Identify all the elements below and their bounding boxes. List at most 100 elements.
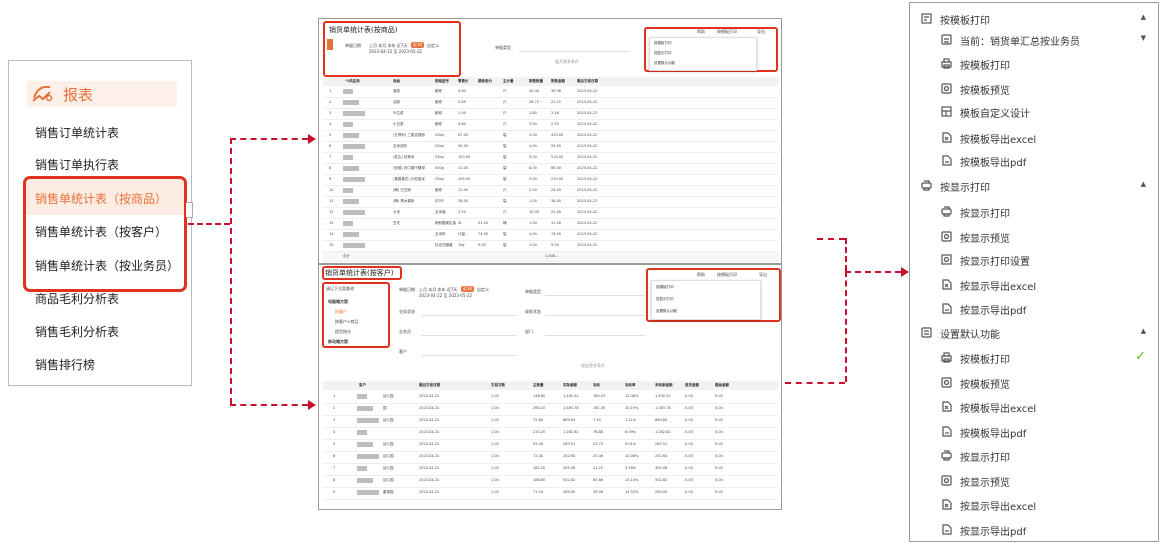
dropdown-item[interactable]: 按模板打印: [656, 285, 674, 290]
template-print-button[interactable]: 按模板打印: [717, 29, 737, 35]
menu-option[interactable]: 按显示导出pdf: [910, 520, 1158, 540]
table-row[interactable]: 7 幼儿园 2023-04-22 1.00 182.50 305.58 11.22 3.16%…: [323, 464, 779, 476]
menu-option[interactable]: 按模板导出pdf: [910, 422, 1158, 442]
table-row[interactable]: 2 油菜 散称 0.85 斤 26.72 22.72 2023-04-22: [323, 98, 779, 109]
scheme-item-customer[interactable]: 按客户: [335, 309, 347, 315]
table-row[interactable]: 1 菠菜 散称 0.60 斤 40.40 36.36 2023-04-22: [323, 87, 779, 98]
menu-item-sales-by-customer[interactable]: 销售单统计表（按客户）: [35, 223, 167, 240]
table-row[interactable]: 3 幼儿园 2023-04-22 1.00 72.80 669.84 7.45 1.11% 66…: [323, 416, 779, 428]
menu-option[interactable]: 按模板预览: [910, 79, 1158, 99]
menu-group-header[interactable]: 按显示打印 ▲: [910, 176, 1158, 196]
table-row[interactable]: 5 幼儿园 2023-04-22 1.00 52.40 263.51 23.73 9.01% 2…: [323, 440, 779, 452]
menu-option[interactable]: 按模板导出pdf: [910, 151, 1158, 171]
table-row[interactable]: 6 玉米淀粉 25kg 95.00 袋 1.00 95.00 2023-04-22: [323, 142, 779, 153]
table-row[interactable]: 8 幼儿园 2023-04-22 1.00 188.80 502.82 65.86 13.10…: [323, 476, 779, 488]
scheme-group-pc[interactable]: 电脑端方案: [328, 299, 348, 305]
column-header[interactable]: 最新进价: [478, 79, 492, 84]
salesperson-select[interactable]: [421, 335, 516, 336]
menu-option[interactable]: 按显示导出pdf: [910, 299, 1158, 319]
menu-item-product-margin[interactable]: 商品毛利分析表: [35, 290, 119, 307]
column-header[interactable]: 交易次数: [491, 383, 505, 388]
column-header[interactable]: 规格型号: [435, 79, 449, 84]
table-row[interactable]: 4 小白菜 散称 0.80 斤 3.00 2.55 2023-04-22: [323, 120, 779, 131]
menu-option[interactable]: 按显示打印: [910, 446, 1158, 466]
menu-item-sales-ranking[interactable]: 销售排行榜: [35, 356, 95, 373]
menu-option[interactable]: 按模板打印: [910, 54, 1158, 74]
menu-item-sales-order-stats[interactable]: 销售订单统计表: [35, 124, 119, 141]
date-active[interactable]: 近30: [411, 42, 425, 48]
column-header[interactable]: 最后交易日期: [419, 383, 440, 388]
table-row[interactable]: 13 豆花 新鲜酸辣生抽 5L 31.00 桶 1.00 31.00 2023-04-22: [323, 219, 779, 230]
menu-item-sales-margin[interactable]: 销售毛利分析表: [35, 323, 119, 340]
menu-option[interactable]: 按模板预览: [910, 373, 1158, 393]
dropdown-item[interactable]: 按模板打印: [654, 41, 672, 46]
column-header[interactable]: 最后交易日期: [577, 79, 598, 84]
template-print-button[interactable]: 按模板打印: [717, 272, 737, 278]
collapse-conditions[interactable]: 收起更多条件: [581, 363, 605, 369]
date-range[interactable]: 2023-04-22 至 2023-05-22: [419, 293, 472, 299]
menu-item-sales-by-salesperson[interactable]: 销售单统计表（按业务员）: [35, 257, 179, 274]
scheme-group-mobile[interactable]: 移动端方案: [328, 339, 348, 345]
help-link[interactable]: 帮助: [697, 272, 705, 278]
column-header[interactable]: 毛利率: [625, 383, 636, 388]
column-header[interactable]: 赠品金额: [715, 383, 729, 388]
column-header[interactable]: *1供应商: [345, 79, 360, 84]
table-row[interactable]: 9 董事园 2023-04-22 1.00 71.10 269.00 39.06 14.52%…: [323, 488, 779, 500]
export-button[interactable]: 导出: [757, 29, 765, 35]
column-header[interactable]: 销售金额: [551, 79, 565, 84]
menu-option[interactable]: 按显示打印: [910, 202, 1158, 222]
collapse-tab[interactable]: [186, 202, 193, 218]
table-row[interactable]: 3 叶生菜 散称 1.00 斤 1.80 2.16 2023-04-22: [323, 109, 779, 120]
table-row[interactable]: 4 2023-04-22 1.00 210.20 1,262.82 76.88 6.09% 1…: [323, 428, 779, 440]
help-link[interactable]: 帮助: [697, 29, 705, 35]
menu-option[interactable]: 按模板打印 ✓: [910, 348, 1158, 368]
table-row[interactable]: 7 (佐丸) 珍珠米 25kg 103.00 袋 5.00 515.00 2023-04-22: [323, 153, 779, 164]
dropdown-item[interactable]: 设置默认功能: [654, 61, 675, 66]
scheme-item-pickup[interactable]: 提货统计: [335, 329, 351, 335]
business-status-select[interactable]: [421, 315, 516, 316]
column-header[interactable]: 零售价: [458, 79, 469, 84]
export-button[interactable]: 导出: [759, 272, 767, 278]
date-custom[interactable]: 自定义: [427, 43, 439, 49]
column-header[interactable]: 客户: [359, 383, 366, 388]
table-row[interactable]: 12 大米 玉米面 2.20 斤 10.00 22.00 2023-04-22: [323, 208, 779, 219]
dropdown-item[interactable]: 按显示打印: [654, 51, 672, 56]
column-header[interactable]: 毛利: [593, 383, 600, 388]
menu-option[interactable]: 当前：销货单汇总按业务员 ▼: [910, 30, 1158, 50]
table-row[interactable]: 8 (安德) 好口福干酵母 500g 11.00 袋 8.00 88.00 2023-04-2…: [323, 164, 779, 175]
date-active[interactable]: 近30: [461, 286, 475, 292]
table-row[interactable]: 11 (腾) 黑木薯粉 约3斤 38.00 袋 1.00 38.00 2023-04-22: [323, 197, 779, 208]
table-row[interactable]: 5 (五得利) 三星富强粉 25kg 87.00 袋 5.00 435.00 2023-04-…: [323, 131, 779, 142]
table-row[interactable]: 10 (腾) 白芝麻 散称 12.00 斤 2.00 24.00 2023-04-22: [323, 186, 779, 197]
bill-type-select[interactable]: [519, 51, 629, 52]
menu-option[interactable]: 按显示预览: [910, 471, 1158, 491]
column-header[interactable]: 主数量: [533, 383, 544, 388]
department-select[interactable]: [545, 335, 645, 336]
table-row[interactable]: 2 园 2023-04-22 1.00 260.10 1,583.78 161.30 10.1…: [323, 404, 779, 416]
menu-option[interactable]: 按模板导出excel: [910, 128, 1158, 148]
column-header[interactable]: 商品: [393, 79, 400, 84]
table-row[interactable]: 1 幼儿园 2023-04-22 1.00 148.80 1,492.52 185.23 12…: [323, 392, 779, 404]
menu-item-sales-by-product[interactable]: 销售单统计表（按商品）: [35, 190, 167, 207]
column-header[interactable]: 实际金额: [563, 383, 577, 388]
column-header[interactable]: 销售数量: [529, 79, 543, 84]
table-row[interactable]: 9 (喜喜喜花) 长粒香米 25kg 105.00 袋 2.00 210.00 2023-04…: [323, 175, 779, 186]
scheme-item-customer-product[interactable]: 按客户+商品: [335, 319, 358, 325]
menu-option[interactable]: 按模板导出excel: [910, 397, 1158, 417]
menu-option[interactable]: 按显示导出excel: [910, 495, 1158, 515]
column-header[interactable]: 主计量: [503, 79, 514, 84]
menu-option[interactable]: 按显示导出excel: [910, 275, 1158, 295]
column-header[interactable]: 退货金额: [685, 383, 699, 388]
menu-option[interactable]: 按显示打印设置: [910, 250, 1158, 270]
menu-group-header[interactable]: 设置默认功能 ▲: [910, 323, 1158, 343]
table-row[interactable]: 15 红油豆瓣酱 1kg 9.00 袋 1.00 9.00 2023-04-22: [323, 241, 779, 252]
dropdown-item[interactable]: 设置默认功能: [656, 309, 677, 314]
table-row[interactable]: 14 玉米粉 计量... 74.00 袋 1.00 74.00 2023-04-22: [323, 230, 779, 241]
menu-item-sales-order-exec[interactable]: 销售订单执行表: [35, 156, 119, 173]
table-row[interactable]: 6 幼儿园 2023-04-22 1.00 72.40 252.64 25.46 10.08%…: [323, 452, 779, 464]
menu-group-header[interactable]: 按模板打印 ▲: [910, 9, 1158, 29]
menu-option[interactable]: 按显示预览: [910, 227, 1158, 247]
expand-conditions[interactable]: 展开更多条件: [555, 59, 579, 65]
date-range[interactable]: 2023-04-22 至 2023-05-22: [369, 49, 422, 55]
customer-select[interactable]: [421, 355, 516, 356]
